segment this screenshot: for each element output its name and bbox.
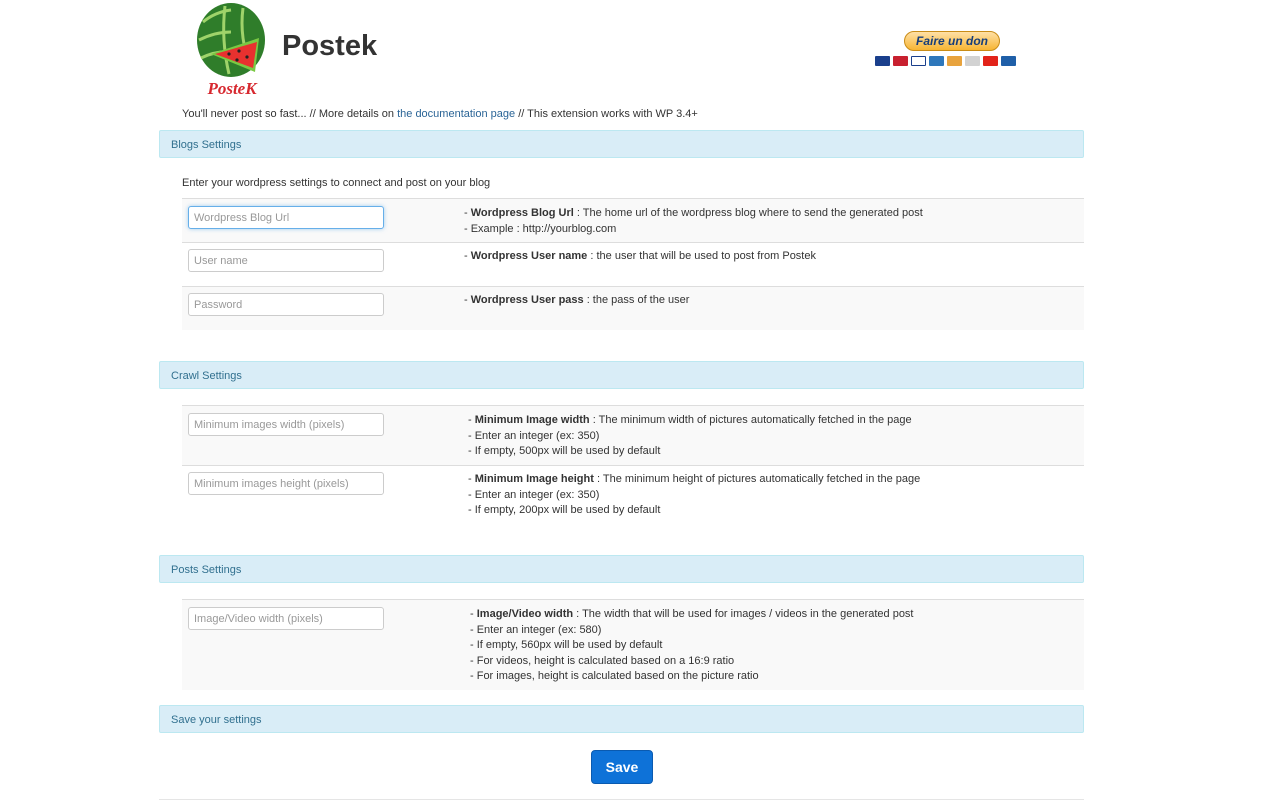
blogs-settings-description: Enter your wordpress settings to connect… [182, 177, 491, 189]
password-help: - Wordpress User pass : the pass of the … [464, 294, 690, 306]
logo-text: PosteK [206, 79, 258, 98]
media-width-help: - Image/Video width : The width that wil… [470, 608, 914, 682]
user-name-input[interactable] [188, 249, 384, 272]
save-settings-header: Save your settings [159, 705, 1084, 733]
posts-settings-header: Posts Settings [159, 555, 1084, 583]
blog-url-input[interactable] [188, 206, 384, 229]
min-image-height-input[interactable] [188, 472, 384, 495]
media-width-row: - Image/Video width : The width that wil… [182, 599, 1084, 690]
payment-cards-icon [875, 56, 1030, 66]
min-image-width-input[interactable] [188, 413, 384, 436]
blog-url-row: - Wordpress Blog Url : The home url of t… [182, 198, 1084, 243]
intro-suffix: // This extension works with WP 3.4+ [515, 108, 698, 120]
blogs-settings-header: Blogs Settings [159, 130, 1084, 158]
app-title: Postek [282, 30, 378, 62]
documentation-link[interactable]: the documentation page [397, 108, 515, 120]
password-row: - Wordpress User pass : the pass of the … [182, 286, 1084, 330]
min-width-row: - Minimum Image width : The minimum widt… [182, 405, 1084, 466]
min-height-help: - Minimum Image height : The minimum hei… [468, 473, 921, 516]
postek-logo: PosteK [197, 3, 265, 98]
min-width-help: - Minimum Image width : The minimum widt… [468, 414, 912, 457]
intro-text: You'll never post so fast... // More det… [182, 108, 698, 120]
donate-widget: Faire un don [875, 31, 1030, 71]
min-height-row: - Minimum Image height : The minimum hei… [182, 465, 1084, 526]
crawl-settings-header: Crawl Settings [159, 361, 1084, 389]
media-width-input[interactable] [188, 607, 384, 630]
save-button[interactable]: Save [591, 750, 653, 784]
donate-button[interactable]: Faire un don [904, 31, 1000, 51]
user-name-help: - Wordpress User name : the user that wi… [464, 250, 816, 262]
blog-url-help: - Wordpress Blog Url : The home url of t… [464, 207, 923, 235]
user-name-row: - Wordpress User name : the user that wi… [182, 242, 1084, 287]
password-input[interactable] [188, 293, 384, 316]
intro-prefix: You'll never post so fast... // More det… [182, 108, 398, 120]
